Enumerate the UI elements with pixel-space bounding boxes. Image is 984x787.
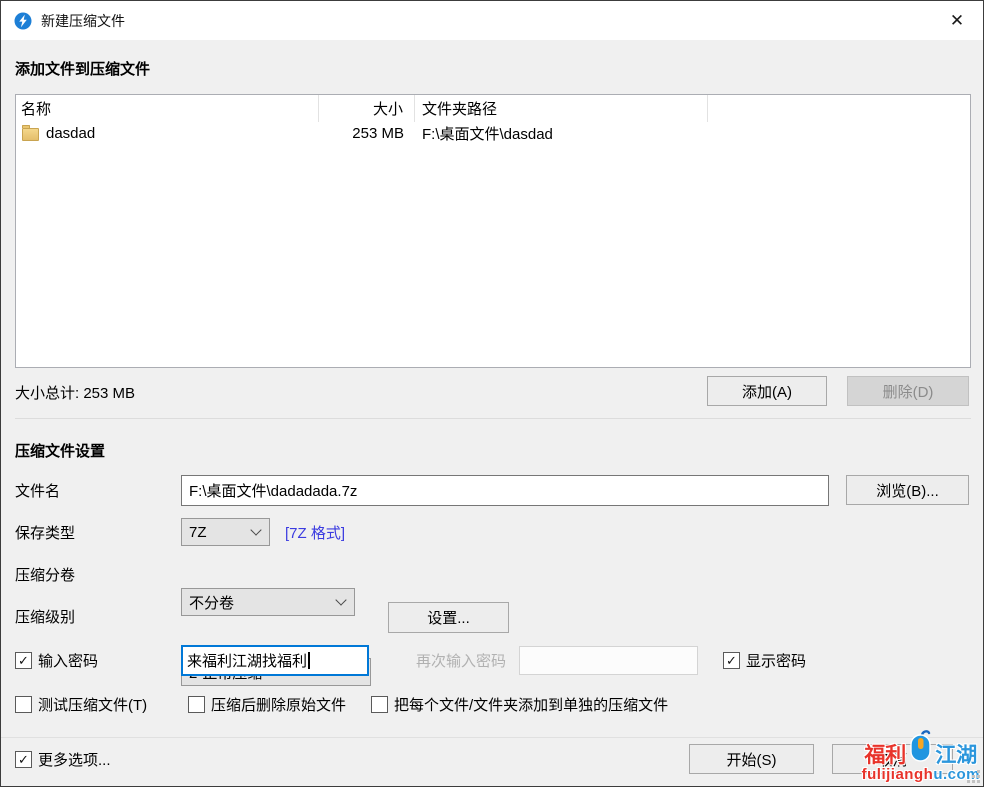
delete-original-checkbox[interactable]: 压缩后删除原始文件 [188, 695, 346, 713]
folder-icon [22, 128, 39, 141]
password-input[interactable]: 来福利江湖找福利 [181, 645, 369, 676]
password-checkbox[interactable]: 输入密码 [15, 645, 98, 676]
password-value: 来福利江湖找福利 [187, 650, 307, 671]
column-header-name[interactable]: 名称 [16, 95, 319, 122]
chevron-down-icon [335, 594, 346, 605]
start-button[interactable]: 开始(S) [689, 744, 814, 774]
checkbox-unchecked-icon [188, 696, 205, 713]
filename-label: 文件名 [15, 475, 60, 506]
filename-input[interactable] [181, 475, 829, 506]
checkbox-checked-icon [723, 652, 740, 669]
save-type-select[interactable]: 7Z [181, 518, 270, 546]
text-cursor [308, 652, 310, 669]
file-size: 253 MB [319, 122, 415, 145]
add-button[interactable]: 添加(A) [707, 376, 827, 406]
confirm-password-input [519, 646, 698, 675]
add-files-section-header: 添加文件到压缩文件 [15, 58, 150, 79]
column-header-empty [708, 95, 970, 122]
footer-separator [1, 737, 984, 738]
section-separator [15, 418, 971, 419]
save-type-label: 保存类型 [15, 518, 75, 546]
level-label: 压缩级别 [15, 602, 75, 630]
file-list: 名称 大小 文件夹路径 dasdad 253 MB F:\桌面文件\dasdad [15, 94, 971, 368]
format-link[interactable]: [7Z 格式] [285, 518, 345, 546]
total-size-label: 大小总计: 253 MB [15, 382, 135, 402]
app-icon [14, 12, 32, 30]
settings-button[interactable]: 设置... [388, 602, 509, 633]
separate-archive-checkbox[interactable]: 把每个文件/文件夹添加到单独的压缩文件 [371, 695, 668, 713]
archive-settings-section-header: 压缩文件设置 [15, 440, 105, 461]
titlebar[interactable]: 新建压缩文件 ✕ [1, 1, 983, 40]
cancel-button[interactable]: 取消 [832, 744, 953, 774]
delete-button: 删除(D) [847, 376, 969, 406]
volume-select[interactable]: 不分卷 [181, 588, 355, 616]
chevron-down-icon [250, 524, 261, 535]
browse-button[interactable]: 浏览(B)... [846, 475, 969, 505]
confirm-password-label: 再次输入密码 [416, 645, 506, 676]
show-password-checkbox[interactable]: 显示密码 [723, 645, 806, 676]
checkbox-checked-icon [15, 751, 32, 768]
checkbox-unchecked-icon [15, 696, 32, 713]
save-type-value: 7Z [189, 524, 207, 541]
table-row[interactable]: dasdad 253 MB F:\桌面文件\dasdad [16, 122, 970, 145]
new-archive-dialog: 新建压缩文件 ✕ 添加文件到压缩文件 名称 大小 文件夹路径 dasdad 25… [0, 0, 984, 787]
close-button[interactable]: ✕ [941, 6, 973, 35]
file-name: dasdad [46, 125, 95, 142]
volume-label: 压缩分卷 [15, 560, 75, 588]
checkbox-checked-icon [15, 652, 32, 669]
volume-value: 不分卷 [189, 592, 234, 613]
column-header-path[interactable]: 文件夹路径 [415, 95, 708, 122]
window-title: 新建压缩文件 [41, 11, 125, 31]
file-list-header: 名称 大小 文件夹路径 [16, 95, 970, 122]
more-options-checkbox[interactable]: 更多选项... [15, 749, 111, 769]
file-path: F:\桌面文件\dasdad [415, 122, 708, 145]
resize-grip[interactable] [966, 769, 980, 783]
test-archive-checkbox[interactable]: 测试压缩文件(T) [15, 695, 147, 713]
checkbox-unchecked-icon [371, 696, 388, 713]
column-header-size[interactable]: 大小 [319, 95, 415, 122]
